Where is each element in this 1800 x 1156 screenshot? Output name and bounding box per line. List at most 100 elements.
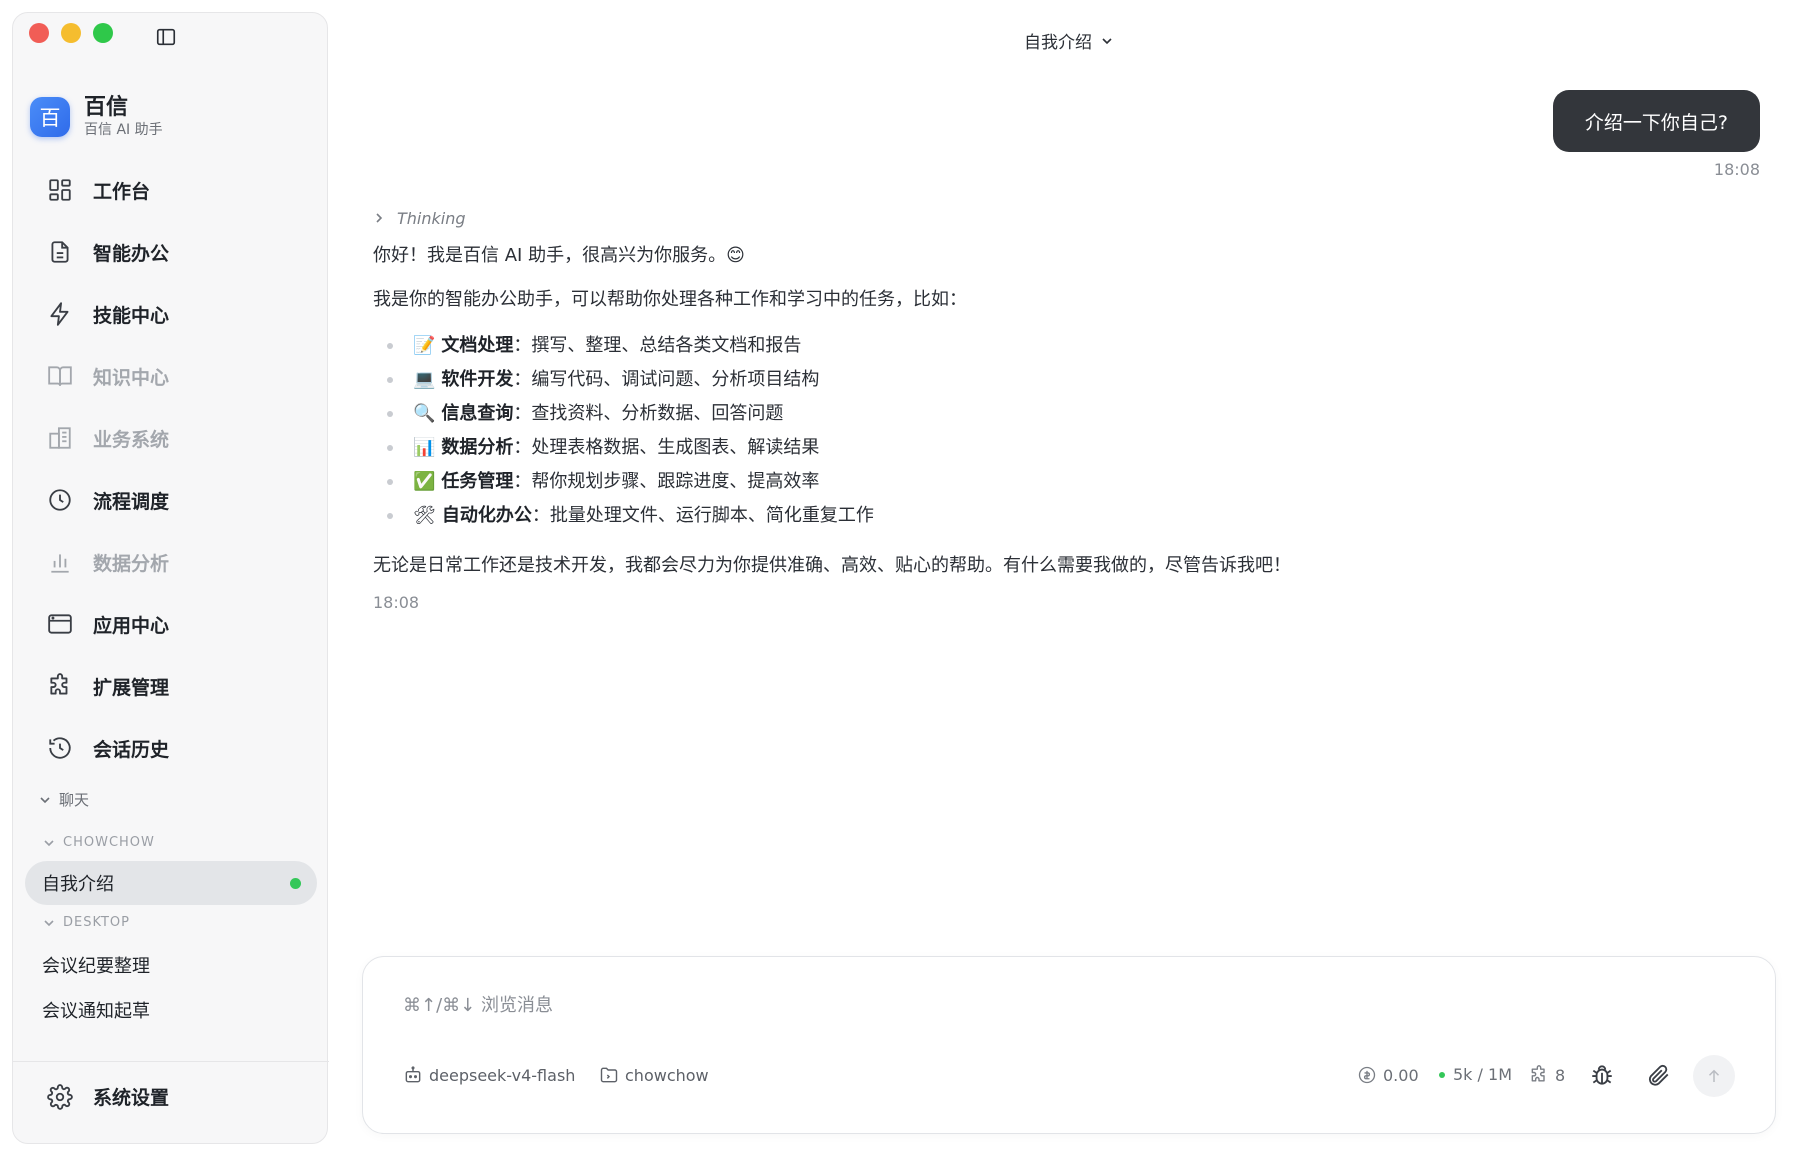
chat-section-toggle[interactable]: 聊天 xyxy=(39,789,89,810)
send-button[interactable] xyxy=(1693,1055,1735,1097)
conversation-title: 自我介绍 xyxy=(1024,33,1092,53)
list-item: 🛠 自动化办公 ：批量处理文件、运行脚本、简化重复工作 xyxy=(373,499,1753,533)
capability-desc: ：处理表格数据、生成图表、解读结果 xyxy=(513,437,820,458)
chat-item-self-intro[interactable]: 自我介绍 xyxy=(25,861,317,905)
emoji-icon: 💻 xyxy=(413,369,436,390)
group-toggle-desktop[interactable]: DESKTOP xyxy=(43,915,130,930)
capability-list: 📝 文档处理 ：撰写、整理、总结各类文档和报告 💻 软件开发 ：编写代码、调试问题、分析… xyxy=(373,329,1753,533)
thinking-toggle[interactable]: Thinking xyxy=(373,205,1753,231)
capability-title: 信息查询 xyxy=(441,403,514,424)
brand-logo: 百 xyxy=(30,97,70,137)
chat-item-label: 自我介绍 xyxy=(42,874,114,895)
capability-desc: ：帮你规划步骤、跟踪进度、提高效率 xyxy=(513,471,820,492)
dashboard-icon xyxy=(49,179,71,201)
settings-label: 系统设置 xyxy=(93,1087,170,1109)
assistant-message: Thinking 你好！我是百信 AI 助手，很高兴为你服务。😊 我是你的智能办… xyxy=(373,205,1753,613)
folder-name: chowchow xyxy=(625,1065,709,1085)
nav-item-knowledge[interactable]: 知识中心 xyxy=(13,345,329,407)
capability-title: 文档处理 xyxy=(441,335,514,356)
nav-item-label: 智能办公 xyxy=(93,242,170,265)
extensions-indicator[interactable]: 8 xyxy=(1529,1065,1565,1085)
nav-item-label: 应用中心 xyxy=(93,614,170,637)
extensions-count: 8 xyxy=(1555,1065,1566,1085)
user-message-text: 介绍一下你自己? xyxy=(1584,111,1728,134)
building-icon xyxy=(49,427,71,449)
nav-item-data-analysis[interactable]: 数据分析 xyxy=(13,531,329,593)
emoji-icon: 🛠 xyxy=(413,505,436,526)
chat-item-label: 会议纪要整理 xyxy=(42,956,150,977)
list-item: 💻 软件开发 ：编写代码、调试问题、分析项目结构 xyxy=(373,363,1753,397)
emoji-icon: ✅ xyxy=(413,471,436,492)
folder-selector[interactable]: chowchow xyxy=(599,1065,709,1085)
nav-item-business[interactable]: 业务系统 xyxy=(13,407,329,469)
group-label: CHOWCHOW xyxy=(63,835,155,850)
model-selector[interactable]: deepseek-v4-flash xyxy=(403,1065,575,1085)
robot-icon xyxy=(405,1066,421,1083)
group-label: DESKTOP xyxy=(63,915,131,930)
nav-item-history[interactable]: 会话历史 xyxy=(13,717,329,779)
bug-icon[interactable] xyxy=(1589,1062,1615,1088)
clock-icon xyxy=(49,489,71,511)
nav-item-extensions[interactable]: 扩展管理 xyxy=(13,655,329,717)
nav-item-label: 工作台 xyxy=(93,180,151,203)
list-item: 📊 数据分析 ：处理表格数据、生成图表、解读结果 xyxy=(373,431,1753,465)
main-nav: 工作台 智能办公 技能中心 知识中心 业务系统 流程调度 数据分析 应用中心 扩… xyxy=(13,159,329,779)
settings-button[interactable]: 系统设置 xyxy=(47,1083,169,1110)
capability-desc: ：查找资料、分析数据、回答问题 xyxy=(513,403,784,424)
emoji-icon: 📝 xyxy=(413,335,436,356)
chevron-down-icon xyxy=(44,919,54,926)
nav-item-smart-office[interactable]: 智能办公 xyxy=(13,221,329,283)
nav-item-label: 业务系统 xyxy=(93,428,170,451)
group-toggle-chowchow[interactable]: CHOWCHOW xyxy=(43,835,155,850)
sidebar-divider xyxy=(13,1061,329,1062)
assistant-greeting: 你好！我是百信 AI 助手，很高兴为你服务。😊 xyxy=(373,245,745,266)
nav-item-scheduling[interactable]: 流程调度 xyxy=(13,469,329,531)
chat-item-meeting-notice[interactable]: 会议通知起草 xyxy=(25,988,317,1032)
app-window: 百 百信 百信 AI 助手 工作台 智能办公 技能中心 知识中心 业务系统 流程… xyxy=(0,0,1800,1156)
puzzle-icon xyxy=(50,673,68,695)
nav-item-label: 知识中心 xyxy=(93,366,170,389)
context-usage-indicator[interactable]: 5k / 1M xyxy=(1439,1065,1512,1084)
chevron-right-icon xyxy=(376,213,383,223)
capability-title: 任务管理 xyxy=(441,471,514,492)
assistant-closing: 无论是日常工作还是技术开发，我都会尽力为你提供准确、高效、贴心的帮助。有什么需要… xyxy=(373,555,1291,576)
lightning-icon xyxy=(50,302,69,326)
puzzle-icon xyxy=(1531,1065,1545,1082)
chevron-down-icon xyxy=(44,839,54,846)
nav-item-label: 技能中心 xyxy=(93,304,170,327)
nav-item-skills[interactable]: 技能中心 xyxy=(13,283,329,345)
message-composer: deepseek-v4-flash chowchow 0.00 5k / 1M … xyxy=(362,956,1776,1134)
nav-item-app-center[interactable]: 应用中心 xyxy=(13,593,329,655)
capability-title: 数据分析 xyxy=(441,437,514,458)
chat-item-meeting-minutes[interactable]: 会议纪要整理 xyxy=(25,943,317,987)
paperclip-icon[interactable] xyxy=(1645,1062,1671,1088)
brand-name: 百信 xyxy=(84,95,129,120)
brand: 百 百信 百信 AI 助手 xyxy=(30,95,163,139)
sidebar: 百 百信 百信 AI 助手 工作台 智能办公 技能中心 知识中心 业务系统 流程… xyxy=(12,12,329,1144)
book-icon xyxy=(48,366,72,386)
user-message-time: 18:08 xyxy=(1713,160,1760,179)
cost-value: 0.00 xyxy=(1383,1065,1419,1085)
capability-title: 自动化办公 xyxy=(441,505,532,526)
coin-icon xyxy=(1358,1066,1376,1084)
model-name: deepseek-v4-flash xyxy=(429,1065,576,1085)
list-item: 🔍 信息查询 ：查找资料、分析数据、回答问题 xyxy=(373,397,1753,431)
bar-chart-icon xyxy=(51,554,69,573)
thinking-label: Thinking xyxy=(397,208,466,228)
chevron-down-icon xyxy=(1102,37,1112,44)
list-item: 📝 文档处理 ：撰写、整理、总结各类文档和报告 xyxy=(373,329,1753,363)
nav-item-label: 扩展管理 xyxy=(93,676,170,699)
nav-item-label: 会话历史 xyxy=(93,738,170,761)
message-input[interactable] xyxy=(403,995,1703,1016)
chat-item-label: 会议通知起草 xyxy=(42,1001,150,1022)
gear-icon xyxy=(47,1083,73,1110)
cost-indicator[interactable]: 0.00 xyxy=(1357,1065,1419,1085)
capability-desc: ：撰写、整理、总结各类文档和报告 xyxy=(513,335,802,356)
conversation-title-dropdown[interactable]: 自我介绍 xyxy=(0,28,1800,53)
nav-item-workbench[interactable]: 工作台 xyxy=(13,159,329,221)
document-icon xyxy=(51,241,69,263)
capability-desc: ：编写代码、调试问题、分析项目结构 xyxy=(513,369,820,390)
context-usage: 5k / 1M xyxy=(1453,1065,1512,1084)
emoji-icon: 🔍 xyxy=(413,403,436,424)
assistant-intro: 我是你的智能办公助手，可以帮助你处理各种工作和学习中的任务，比如： xyxy=(373,289,967,310)
